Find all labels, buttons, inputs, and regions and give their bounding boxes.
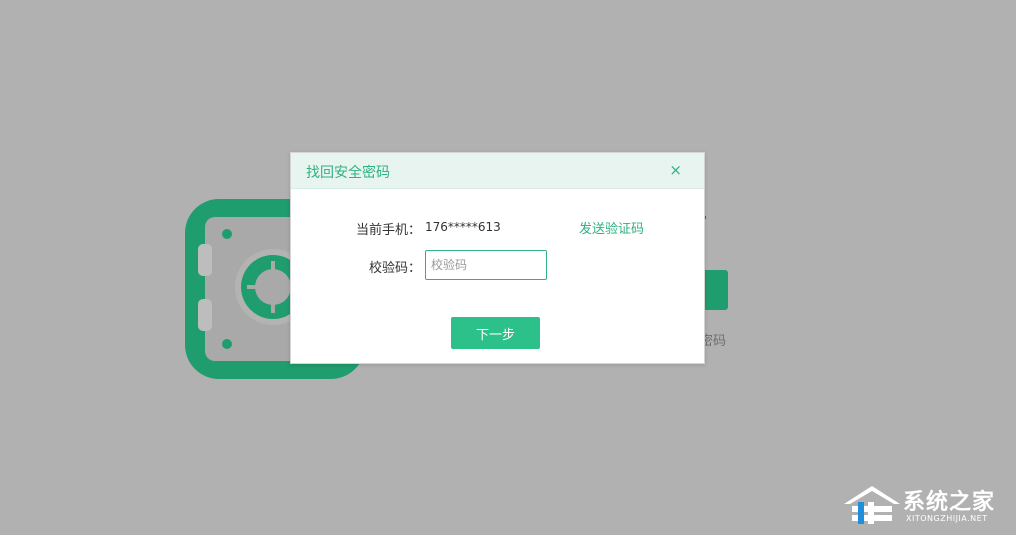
dialog-header: 找回安全密码 × [291, 153, 704, 189]
watermark-name-en: XITONGZHIJIA.NET [906, 514, 988, 523]
code-label: 校验码： [368, 261, 421, 276]
close-icon[interactable]: × [669, 162, 682, 178]
send-code-link[interactable]: 发送验证码 [579, 218, 644, 237]
recover-password-dialog: 找回安全密码 × 当前手机： 176*****613 发送验证码 校验码： 下一… [290, 152, 705, 364]
code-input[interactable] [425, 250, 547, 280]
next-button[interactable]: 下一步 [451, 317, 540, 349]
phone-value: 176*****613 [425, 220, 501, 234]
watermark: 系统之家 XITONGZHIJIA.NET [838, 480, 1010, 530]
house-logo-icon [844, 486, 900, 524]
watermark-name-cn: 系统之家 [903, 490, 996, 515]
dialog-title: 找回安全密码 [306, 165, 390, 181]
phone-label: 当前手机： [355, 223, 421, 238]
